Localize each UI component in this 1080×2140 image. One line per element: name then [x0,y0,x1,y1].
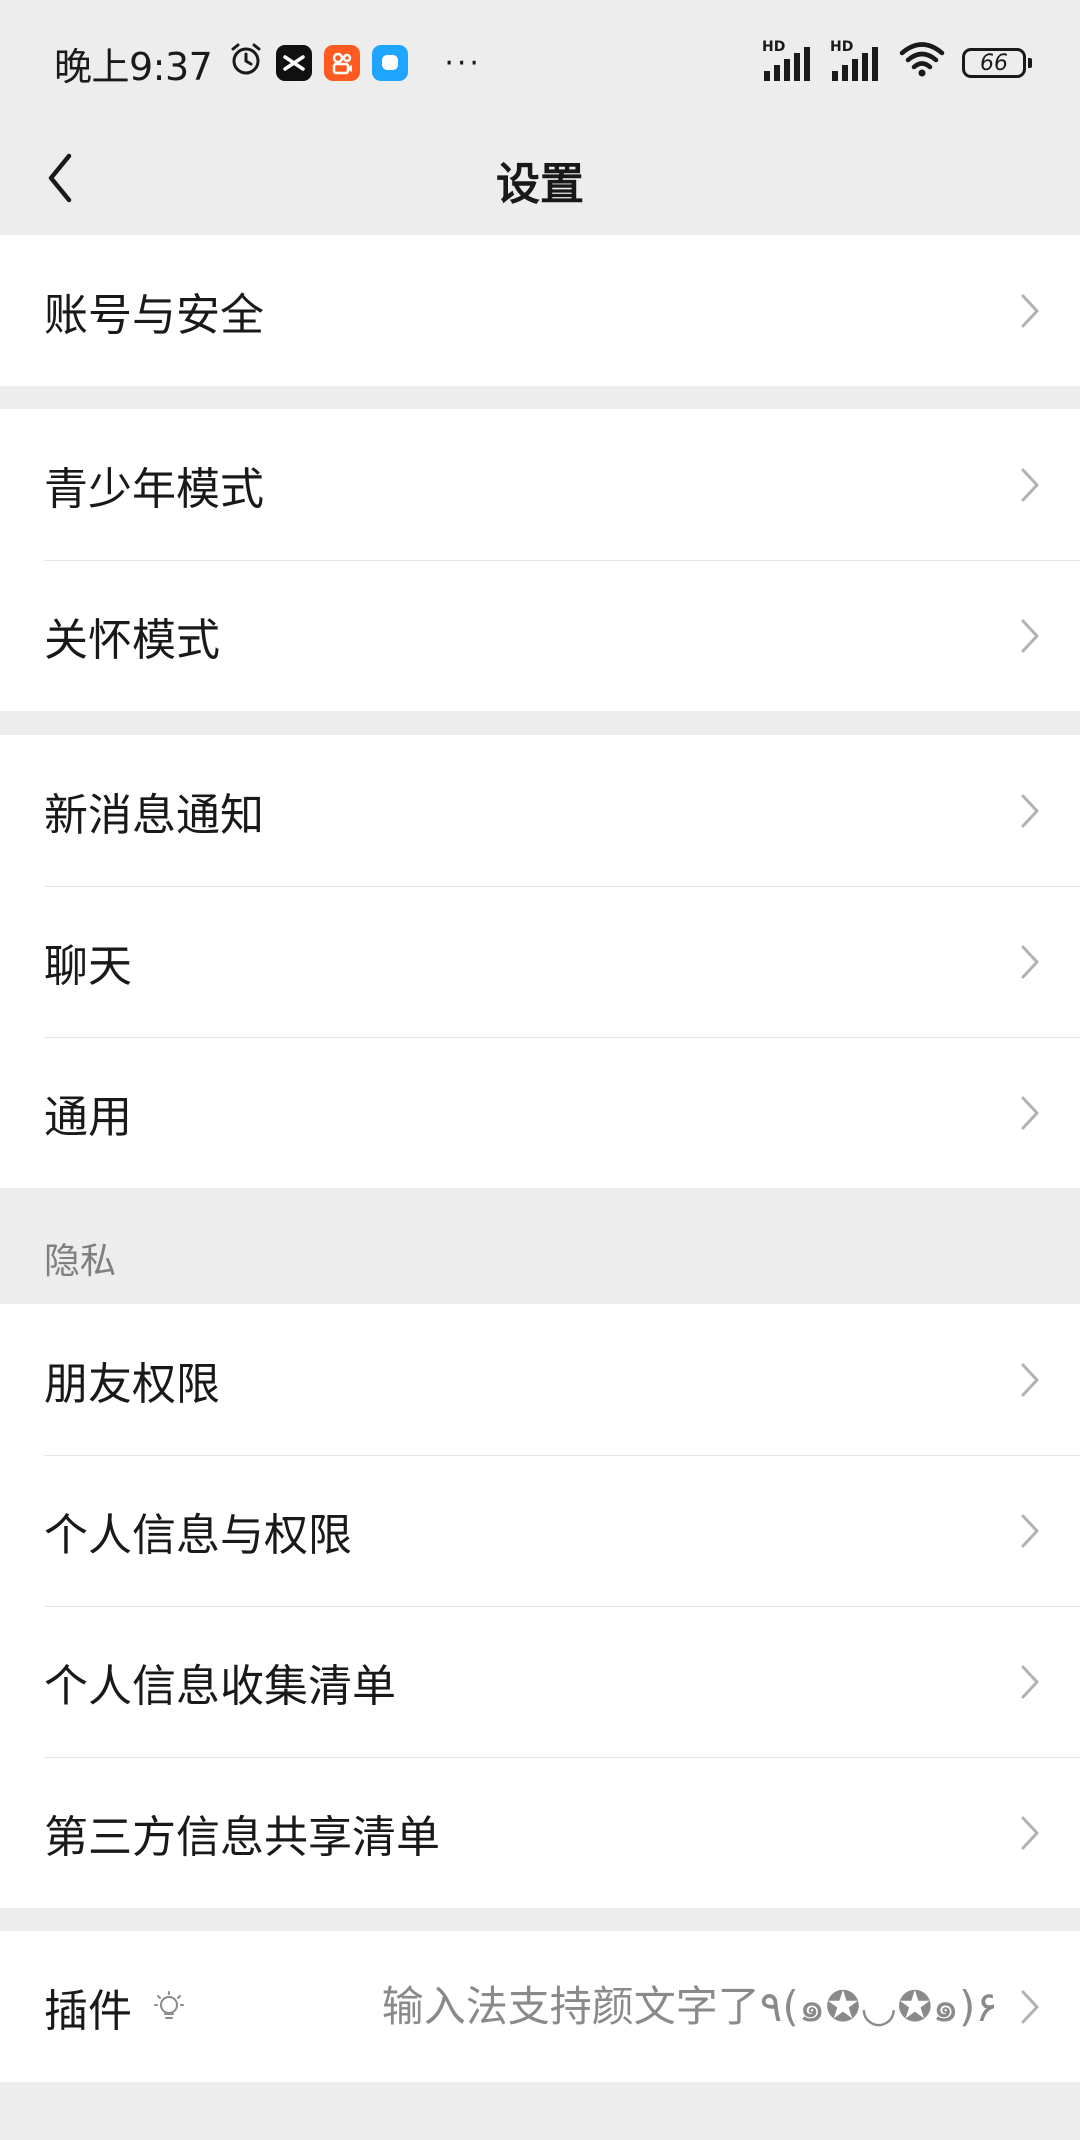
page-title: 设置 [496,159,584,210]
settings-group-modes: 青少年模式 关怀模式 [0,409,1080,711]
chevron-left-icon [45,152,75,208]
settings-item-label: 通用 [44,1091,132,1143]
settings-item-notifications[interactable]: 新消息通知 [0,735,1080,886]
settings-item-label: 个人信息收集清单 [44,1660,396,1712]
nav-bar: 设置 [0,126,1080,234]
chevron-right-icon [1020,1664,1040,1700]
battery-icon: 66 [962,48,1032,78]
settings-item-label: 个人信息与权限 [44,1509,352,1561]
settings-item-care-mode[interactable]: 关怀模式 [0,560,1080,711]
chevron-right-icon [1020,1815,1040,1851]
chevron-right-icon [1020,1989,1040,2025]
settings-group-plugins: 插件 输入法支持颜文字了٩(๑✪◡✪๑)۶ [0,1931,1080,2082]
settings-item-account-security[interactable]: 账号与安全 [0,235,1080,386]
plugin-hint-text: 输入法支持颜文字了٩(๑✪◡✪๑)۶ [381,1982,998,2031]
settings-item-label: 聊天 [44,940,132,992]
kuaishou-app-icon [324,45,361,81]
chevron-right-icon [1020,467,1040,503]
settings-item-label: 朋友权限 [44,1358,220,1410]
status-bar: 晚上9:37 ··· HD HD 66 [0,0,1080,126]
back-button[interactable] [28,148,92,212]
settings-item-label: 关怀模式 [44,614,220,666]
more-notifications-icon: ··· [444,45,482,81]
section-label-privacy: 隐私 [44,1241,117,1282]
settings-item-label: 青少年模式 [44,463,264,515]
chat-app-icon [372,45,409,81]
settings-item-general[interactable]: 通用 [0,1037,1080,1188]
settings-group-account: 账号与安全 [0,235,1080,386]
battery-level: 66 [980,50,1008,76]
settings-item-teen-mode[interactable]: 青少年模式 [0,409,1080,560]
settings-group-general: 新消息通知 聊天 通用 [0,735,1080,1188]
chevron-right-icon [1020,618,1040,654]
settings-item-personal-info-collection[interactable]: 个人信息收集清单 [0,1606,1080,1757]
alarm-icon [228,41,264,86]
chevron-right-icon [1020,1513,1040,1549]
settings-item-label: 插件 [44,1985,132,2037]
chevron-right-icon [1020,793,1040,829]
chevron-right-icon [1020,1362,1040,1398]
lightbulb-icon [154,1990,184,2024]
settings-item-third-party-sharing[interactable]: 第三方信息共享清单 [0,1757,1080,1908]
status-left: 晚上9:37 ··· [54,36,482,91]
settings-item-chat[interactable]: 聊天 [0,886,1080,1037]
settings-item-label: 账号与安全 [44,289,264,341]
settings-item-personal-info-permissions[interactable]: 个人信息与权限 [0,1455,1080,1606]
signal-icon: HD [762,39,814,83]
status-right: HD HD 66 [762,39,1032,87]
settings-item-label: 第三方信息共享清单 [44,1811,440,1863]
capcut-app-icon [276,45,313,81]
settings-item-friend-permissions[interactable]: 朋友权限 [0,1304,1080,1455]
settings-group-privacy: 朋友权限 个人信息与权限 个人信息收集清单 第三方信息共享清单 [0,1304,1080,1908]
chevron-right-icon [1020,293,1040,329]
chevron-right-icon [1020,1095,1040,1131]
status-time: 晚上9:37 [54,44,213,89]
wifi-icon [898,40,946,87]
settings-item-label: 新消息通知 [44,789,264,841]
signal-icon: HD [830,39,882,83]
chevron-right-icon [1020,944,1040,980]
settings-item-plugins[interactable]: 插件 输入法支持颜文字了٩(๑✪◡✪๑)۶ [0,1931,1080,2082]
